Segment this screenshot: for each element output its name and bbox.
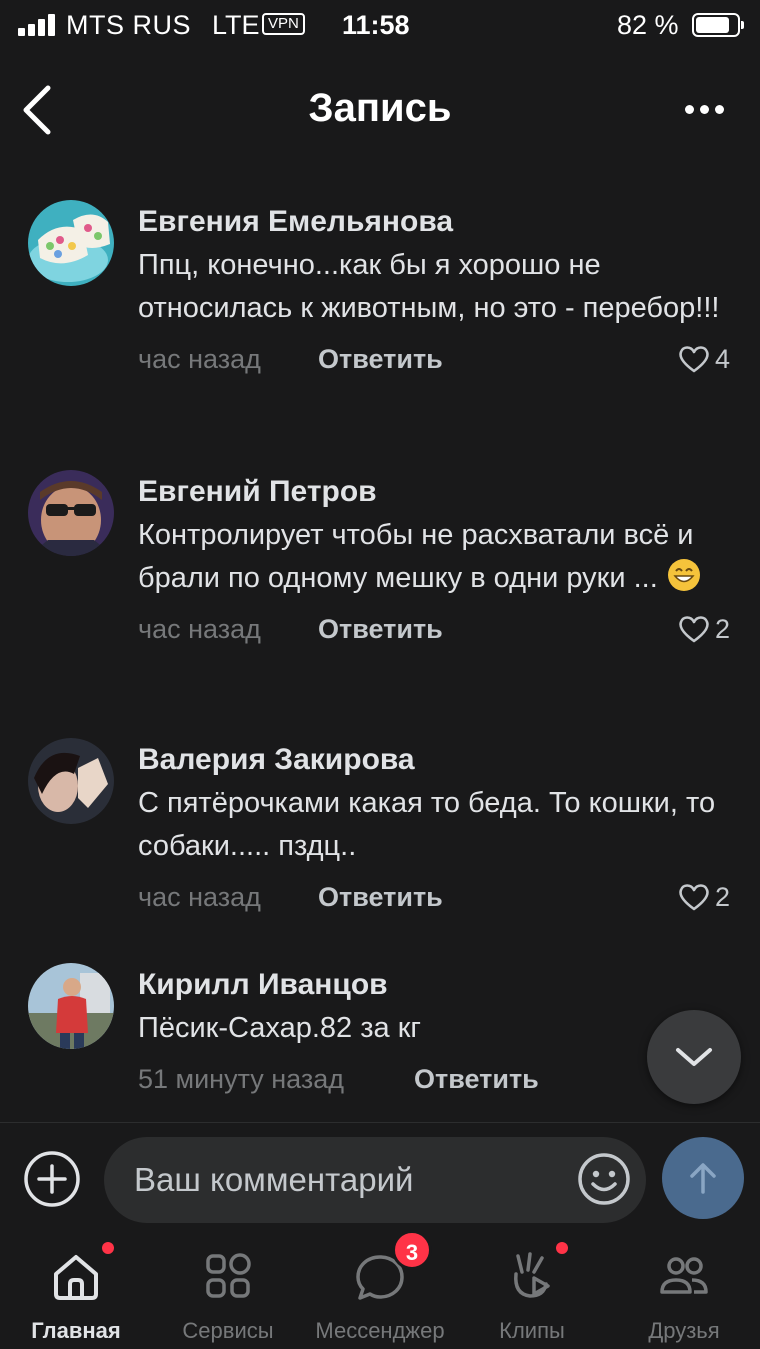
unread-badge: 3: [392, 1230, 432, 1270]
tab-friends[interactable]: Друзья: [608, 1234, 760, 1349]
comment-time: час назад: [138, 614, 261, 644]
comment-meta: час назад Ответить 4: [138, 336, 730, 382]
like-count: 4: [714, 344, 730, 374]
smiley-icon: [578, 1153, 630, 1205]
tab-label: Главная: [31, 1318, 121, 1343]
carrier-name: MTS RUS: [66, 10, 191, 40]
status-bar: MTS RUS LTE VPN 11:58 82 %: [0, 0, 760, 52]
more-options-button[interactable]: [676, 94, 732, 124]
avatar[interactable]: [28, 200, 114, 286]
tab-home[interactable]: Главная: [0, 1234, 152, 1349]
ellipsis-icon: [684, 104, 694, 114]
reply-button[interactable]: Ответить: [318, 874, 443, 920]
comment-author[interactable]: Кирилл Иванцов: [138, 967, 730, 1003]
comment-author[interactable]: Евгения Емельянова: [138, 204, 730, 240]
comment-text: С пятёрочками какая то беда. То кошки, т…: [138, 787, 716, 862]
home-icon: [54, 1255, 98, 1300]
reply-button[interactable]: Ответить: [414, 1056, 539, 1102]
notification-dot: [556, 1242, 568, 1254]
comment-time: час назад: [138, 882, 261, 912]
like-button[interactable]: 4: [677, 336, 730, 382]
emoji-button[interactable]: [576, 1151, 632, 1207]
tab-label: Мессенджер: [315, 1318, 445, 1343]
add-attachment-button[interactable]: [22, 1149, 82, 1209]
grinning-face-icon: [667, 559, 700, 591]
comment-meta: час назад Ответить 2: [138, 874, 730, 920]
comment-meta: час назад Ответить 2: [138, 606, 730, 652]
signal-strength-icon: [18, 14, 55, 36]
comment-author[interactable]: Евгений Петров: [138, 474, 730, 510]
clips-icon: [514, 1252, 550, 1298]
comment-time: 51 минуту назад: [138, 1064, 345, 1094]
comment-text: Пёсик-Сахар.82 за кг: [138, 1012, 421, 1044]
heart-icon: [679, 616, 709, 643]
tab-services[interactable]: Сервисы: [152, 1234, 304, 1349]
comment-text: Ппц, конечно...как бы я хорошо не относи…: [138, 249, 720, 324]
notification-dot: [102, 1242, 114, 1254]
like-button[interactable]: 2: [677, 606, 730, 652]
avatar[interactable]: [28, 738, 114, 824]
page-title: Запись: [308, 86, 452, 130]
network-type: LTE: [212, 10, 260, 40]
comment-text: Контролирует чтобы не расхватали всё и б…: [138, 514, 730, 600]
like-count: 2: [714, 614, 730, 644]
heart-icon: [679, 884, 709, 911]
comment-author[interactable]: Валерия Закирова: [138, 742, 730, 778]
send-button[interactable]: [662, 1137, 744, 1219]
comment-time: час назад: [138, 344, 261, 374]
like-count: 2: [714, 882, 730, 912]
arrow-up-icon: [690, 1163, 716, 1194]
comment-input[interactable]: [104, 1137, 646, 1223]
status-time: 11:58: [342, 10, 410, 40]
scroll-down-button[interactable]: [647, 1010, 741, 1104]
heart-icon: [679, 346, 709, 373]
tab-label: Друзья: [648, 1318, 720, 1343]
comment-composer: [0, 1122, 760, 1234]
header: Запись: [0, 60, 760, 160]
reply-button[interactable]: Ответить: [318, 336, 443, 382]
vpn-indicator: VPN: [262, 13, 305, 35]
avatar[interactable]: [28, 963, 114, 1049]
tab-bar: Главная Сервисы 3 Мессенджер Клипы Друзь…: [0, 1230, 760, 1349]
reply-button[interactable]: Ответить: [318, 606, 443, 652]
comment-meta: 51 минуту назад Ответить: [138, 1056, 730, 1102]
plus-circle-icon: [24, 1151, 80, 1207]
tab-messenger[interactable]: 3 Мессенджер: [304, 1230, 456, 1349]
tab-label: Сервисы: [182, 1318, 274, 1343]
battery-icon: [692, 13, 744, 37]
tab-clips[interactable]: Клипы: [456, 1234, 608, 1349]
services-icon: [206, 1253, 251, 1298]
friends-icon: [660, 1257, 708, 1294]
battery-percent: 82 %: [617, 10, 679, 40]
tab-label: Клипы: [499, 1318, 565, 1343]
avatar[interactable]: [28, 470, 114, 556]
chevron-down-icon: [676, 1048, 712, 1066]
like-button[interactable]: 2: [677, 874, 730, 920]
